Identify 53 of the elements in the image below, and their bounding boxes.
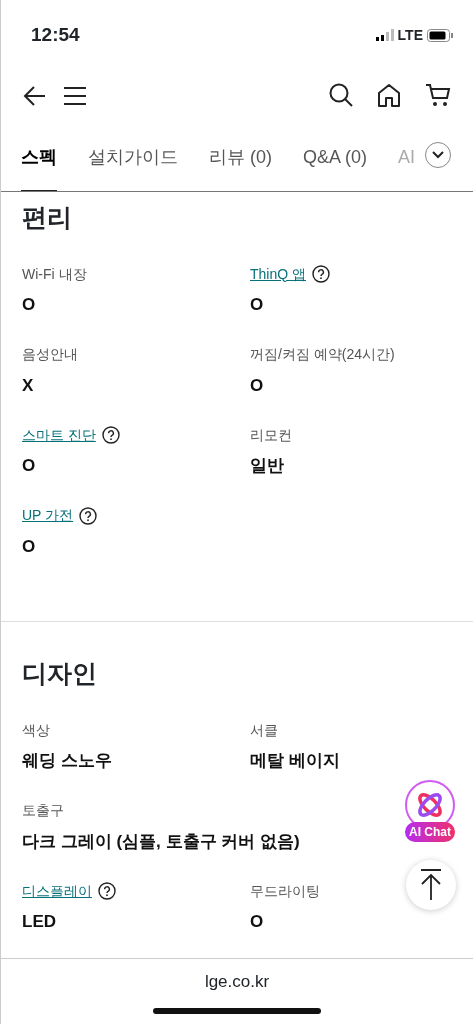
search-button[interactable] xyxy=(329,82,353,108)
back-button[interactable] xyxy=(23,83,47,107)
help-icon[interactable] xyxy=(98,882,116,900)
cart-icon xyxy=(425,83,451,108)
tab[interactable]: Q&A (0) xyxy=(303,126,368,191)
spec-label: 음성안내 xyxy=(22,345,78,364)
spec-label: 꺼짐/켜짐 예약(24시간) xyxy=(250,345,395,364)
network-text: LTE xyxy=(397,25,423,45)
spec-value: LED xyxy=(22,911,56,933)
menu-icon xyxy=(63,85,87,106)
spec-link[interactable]: 스마트 진단 xyxy=(22,424,96,446)
signal-icon xyxy=(375,29,394,41)
spec-label: 토출구 xyxy=(22,801,64,820)
spec-value: O xyxy=(250,294,264,316)
spec-value: O xyxy=(250,374,264,397)
spec-value: 웨딩 스노우 xyxy=(22,750,112,772)
spec-link[interactable]: UP 가전 xyxy=(22,505,74,526)
help-icon[interactable] xyxy=(79,506,98,525)
spec-value: O xyxy=(22,294,36,316)
spec-value: 다크 그레이 (심플, 토출구 커버 없음) xyxy=(22,830,300,853)
spec-value: O xyxy=(22,535,36,558)
section-heading: 디자인 xyxy=(22,658,98,688)
spec-value: O xyxy=(250,911,264,933)
more-tabs-button[interactable] xyxy=(425,142,451,168)
spec-label: Wi-Fi 내장 xyxy=(22,264,87,284)
tab[interactable]: 리뷰 (0) xyxy=(209,126,272,191)
spec-value: 메탈 베이지 xyxy=(250,750,340,772)
section-heading: 편리 xyxy=(22,202,73,232)
spec-link[interactable]: ThinQ 앱 xyxy=(250,263,306,285)
spec-value: 일반 xyxy=(250,455,284,477)
clock-text: 12:54 xyxy=(31,22,80,47)
spec-label: 리모컨 xyxy=(250,425,292,445)
scroll-top-button[interactable] xyxy=(406,860,456,910)
battery-icon xyxy=(427,28,453,42)
tab[interactable]: 스펙 xyxy=(21,126,57,191)
cart-button[interactable] xyxy=(425,82,451,108)
orbit-icon xyxy=(415,790,445,820)
chevron-down-icon xyxy=(432,151,444,159)
spec-label: 무드라이팅 xyxy=(250,881,320,901)
spec-value: X xyxy=(22,374,34,397)
arrow-up-icon xyxy=(419,869,443,901)
url-text: lge.co.kr xyxy=(204,971,270,993)
back-arrow-icon xyxy=(23,84,47,107)
spec-label: 색상 xyxy=(22,720,50,740)
search-icon xyxy=(329,83,353,108)
help-icon[interactable] xyxy=(101,426,120,444)
spec-value: O xyxy=(22,455,36,477)
home-icon xyxy=(377,83,401,108)
spec-link[interactable]: 디스플레이 xyxy=(22,880,92,902)
spec-label: 서클 xyxy=(250,720,278,740)
help-icon[interactable] xyxy=(312,265,330,283)
home-button[interactable] xyxy=(377,82,401,108)
tab[interactable]: 설치가이드 xyxy=(88,126,178,191)
